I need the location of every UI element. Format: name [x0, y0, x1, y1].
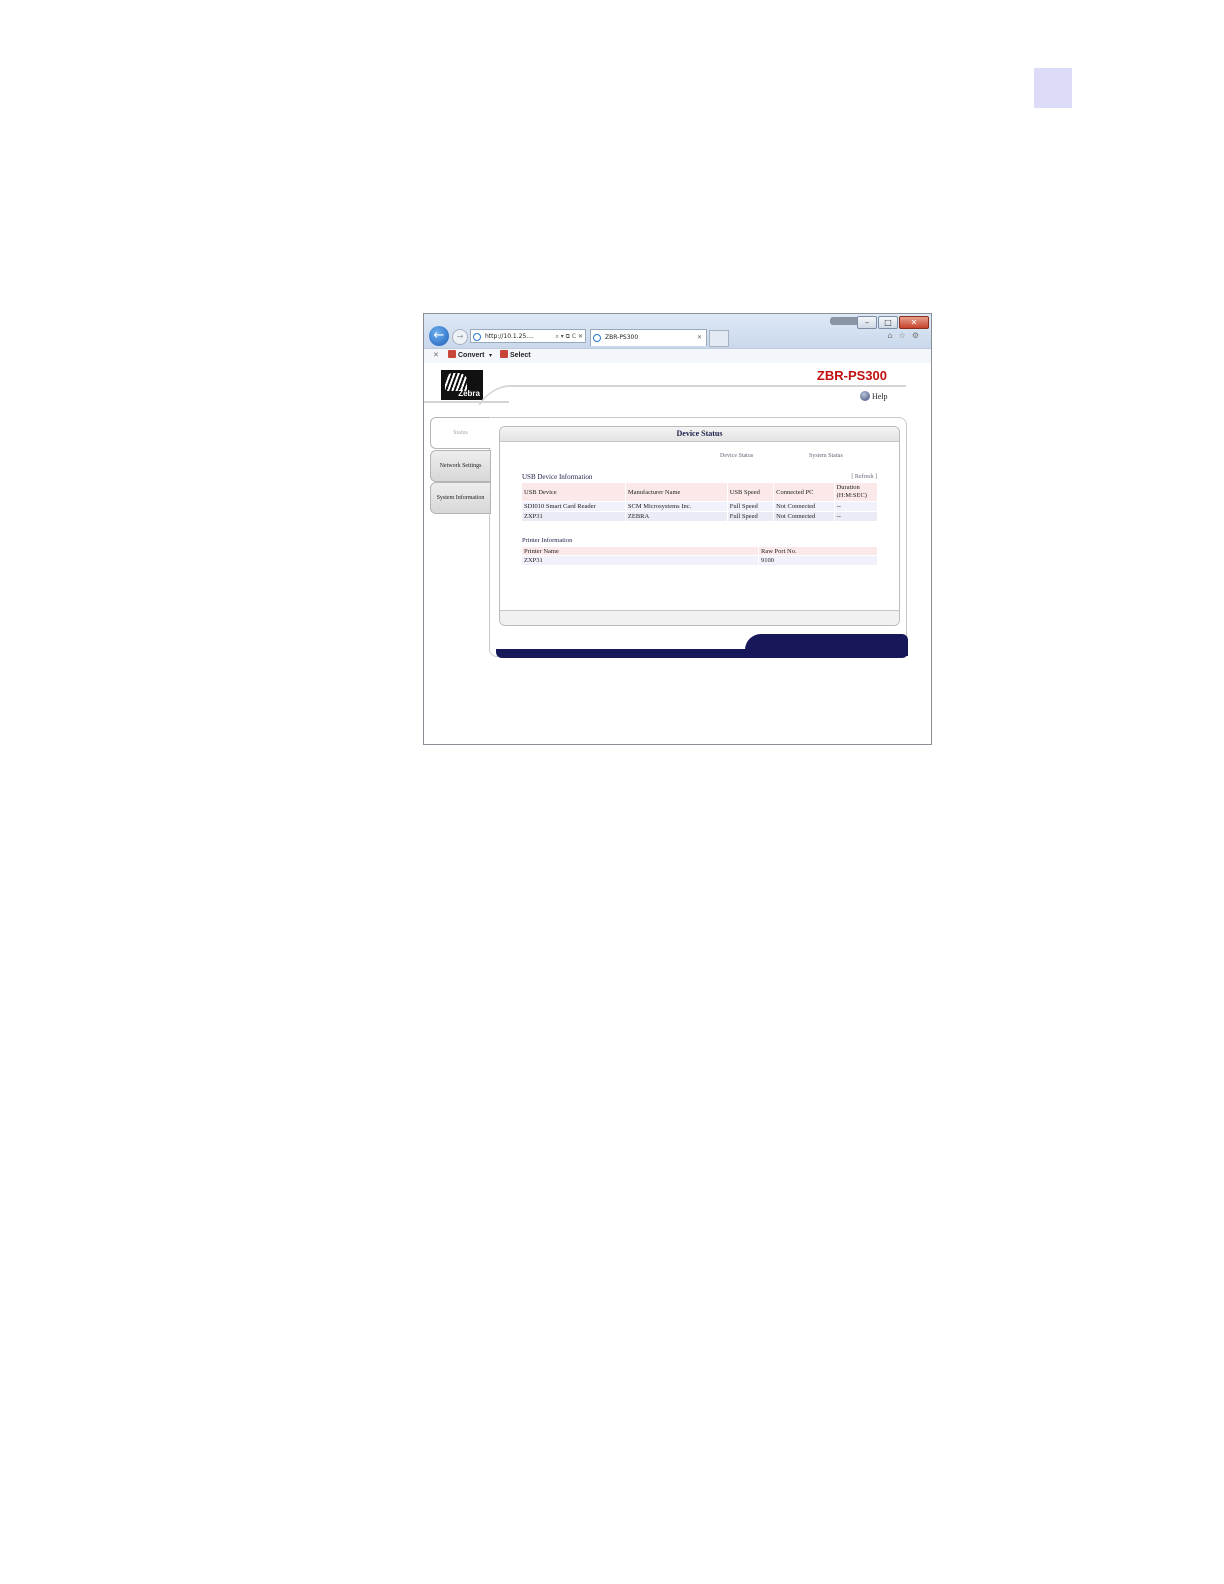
- address-tools-icons[interactable]: ⌕ ▾ ⧉ C ✕: [555, 330, 583, 342]
- forward-button[interactable]: →: [452, 329, 468, 345]
- minimize-button[interactable]: –: [857, 316, 877, 329]
- table-cell: ZXP31: [522, 556, 758, 565]
- table-header-row: Printer Name Raw Port No.: [522, 547, 877, 555]
- address-bar[interactable]: http://10.1.25.... ⌕ ▾ ⧉ C ✕: [470, 329, 586, 343]
- table-row: SDI010 Smart Card Reader SCM Microsystem…: [522, 502, 877, 511]
- table-cell: ZXP31: [522, 512, 625, 521]
- convert-button[interactable]: Convert: [448, 349, 484, 363]
- help-icon: [860, 391, 870, 401]
- column-header: Duration (H:M:SEC): [834, 483, 877, 501]
- zebra-logo: Zebra: [441, 370, 483, 400]
- column-header: Printer Name: [522, 547, 758, 555]
- help-link[interactable]: Help: [860, 391, 888, 401]
- footer-bar: [496, 649, 908, 658]
- column-header: Raw Port No.: [759, 547, 877, 555]
- sidebar-item-system-information[interactable]: System Information: [430, 482, 491, 514]
- tab-close-icon[interactable]: ✕: [697, 330, 702, 346]
- table-cell: 9100: [759, 556, 877, 565]
- select-button[interactable]: Select: [500, 349, 531, 363]
- usb-device-table: USB Device Manufacturer Name USB Speed C…: [521, 482, 878, 522]
- home-favorites-tools-icons[interactable]: ⌂☆⚙: [888, 331, 925, 340]
- ie-icon: [473, 333, 481, 341]
- close-button[interactable]: ✕: [899, 316, 929, 329]
- table-row: ZXP31 9100: [522, 556, 877, 565]
- column-header: Manufacturer Name: [625, 483, 727, 501]
- table-cell: SCM Microsystems Inc.: [625, 502, 727, 511]
- table-row: ZXP31 ZEBRA Full Speed Not Connected --: [522, 512, 877, 521]
- header-rule-left: [424, 401, 509, 403]
- sidebar-item-status[interactable]: Status: [430, 417, 491, 449]
- table-cell: ZEBRA: [625, 512, 727, 521]
- table-cell: Not Connected: [774, 512, 834, 521]
- window-controls: – □ ✕: [857, 316, 929, 329]
- column-header: Connected PC: [774, 483, 834, 501]
- command-bar-close-icon[interactable]: ✕: [433, 349, 439, 363]
- column-header: USB Speed: [727, 483, 774, 501]
- header-rule: [524, 385, 906, 387]
- refresh-link[interactable]: [ Refresh ]: [851, 474, 877, 480]
- printer-table: Printer Name Raw Port No. ZXP31 9100: [521, 546, 878, 566]
- help-label: Help: [872, 392, 888, 401]
- panel-title: Device Status: [500, 427, 899, 442]
- table-cell: Full Speed: [727, 502, 774, 511]
- browser-tab[interactable]: ZBR-PS300 ✕: [590, 329, 707, 346]
- tab-title: ZBR-PS300: [605, 334, 639, 341]
- back-button[interactable]: ←: [429, 326, 449, 346]
- logo-text: Zebra: [458, 389, 480, 398]
- restore-button[interactable]: □: [878, 316, 898, 329]
- printer-section-title: Printer Information: [522, 537, 573, 544]
- browser-title-bar: – □ ✕ ← → http://10.1.25.... ⌕ ▾ ⧉ C ✕ Z…: [424, 314, 931, 348]
- table-cell: Not Connected: [774, 502, 834, 511]
- select-icon: [500, 350, 508, 358]
- table-cell: SDI010 Smart Card Reader: [522, 502, 625, 511]
- product-title: ZBR-PS300: [816, 368, 887, 383]
- web-page: Zebra ZBR-PS300 Help Status Network Sett…: [424, 363, 931, 744]
- usb-section-title: USB Device Information: [522, 473, 593, 481]
- table-header-row: USB Device Manufacturer Name USB Speed C…: [522, 483, 877, 501]
- browser-window: – □ ✕ ← → http://10.1.25.... ⌕ ▾ ⧉ C ✕ Z…: [423, 313, 932, 745]
- column-header: USB Device: [522, 483, 625, 501]
- address-url: http://10.1.25....: [485, 333, 534, 340]
- subnav-device-status[interactable]: Device Status: [720, 453, 753, 459]
- tab-ie-icon: [593, 334, 601, 342]
- device-status-panel: Device Status Device Status System Statu…: [499, 426, 900, 626]
- convert-label: Convert: [458, 352, 485, 359]
- convert-icon: [448, 350, 456, 358]
- panel-footer: [500, 610, 899, 625]
- convert-dropdown-icon[interactable]: ▾: [489, 349, 492, 363]
- new-tab-button[interactable]: [709, 330, 729, 347]
- table-cell: --: [834, 502, 877, 511]
- select-label: Select: [510, 352, 531, 359]
- sidebar-item-network-settings[interactable]: Network Settings: [430, 450, 491, 482]
- table-cell: Full Speed: [727, 512, 774, 521]
- page-corner-tab: [1034, 68, 1072, 108]
- command-bar: ✕ Convert ▾ Select: [424, 348, 931, 364]
- subnav-system-status[interactable]: System Status: [809, 453, 843, 459]
- table-cell: --: [834, 512, 877, 521]
